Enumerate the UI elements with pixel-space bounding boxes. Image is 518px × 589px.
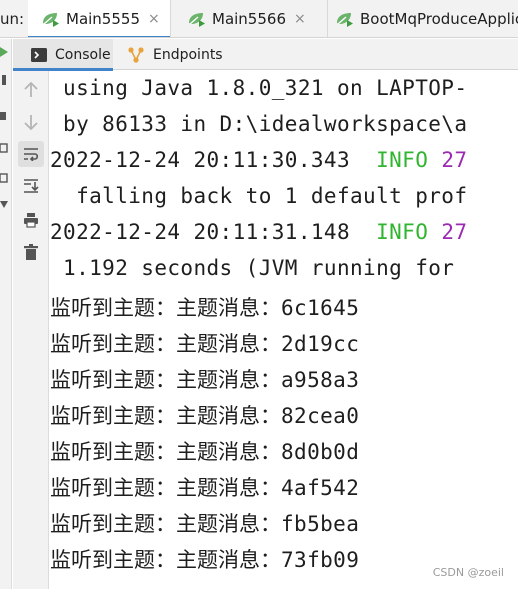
camera-icon[interactable] [0,143,8,153]
spring-run-icon [337,13,353,27]
endpoints-icon [127,46,145,64]
console-icon [31,47,47,62]
log-level: INFO [376,148,429,172]
spring-run-icon [43,13,59,27]
tab-endpoints[interactable]: Endpoints [119,39,229,70]
message-value: 82cea0 [281,404,360,428]
message-value: 6c1645 [281,296,360,320]
watermark: CSDN @zoeil [432,566,504,579]
console-message-line: 监听到主题：主题消息：73fb09 [50,544,359,574]
tab-console[interactable]: Console [13,39,113,71]
console-log-line: 2022-12-24 20:11:30.343 INFO 27 [50,148,467,172]
tab-endpoints-label: Endpoints [153,46,223,63]
pin-icon[interactable] [0,199,8,209]
tab-bootmqproduceapplication[interactable]: BootMqProduceApplic [328,0,518,37]
message-prefix: 监听到主题：主题消息： [50,512,281,536]
message-prefix: 监听到主题：主题消息： [50,404,281,428]
console-message-line: 监听到主题：主题消息：fb5bea [50,508,359,538]
close-icon[interactable]: × [294,11,306,27]
close-icon[interactable]: × [148,11,160,27]
restore-layout-icon[interactable] [0,173,8,183]
message-value: 73fb09 [281,548,360,572]
console-message-line: 监听到主题：主题消息：2d19cc [50,328,359,358]
tab-console-label: Console [55,46,111,63]
tab-label: Main5566 [212,10,286,28]
print-icon[interactable] [18,207,44,233]
console-message-line: 监听到主题：主题消息：4af542 [50,472,359,502]
scroll-to-end-icon[interactable] [18,173,44,199]
tab-main5566[interactable]: Main5566 × [172,0,328,37]
wrench-icon[interactable] [0,75,8,85]
message-prefix: 监听到主题：主题消息： [50,332,281,356]
message-prefix: 监听到主题：主题消息： [50,368,281,392]
console-output[interactable]: using Java 1.8.0_321 on LAPTOP- by 86133… [50,71,518,589]
console-message-line: 监听到主题：主题消息：82cea0 [50,400,359,430]
log-pid: 27 [441,220,468,244]
console-line: falling back to 1 default prof [50,184,468,208]
log-timestamp: 2022-12-24 20:11:30.343 [50,148,350,172]
run-panel-label: un: [0,10,25,28]
message-value: 4af542 [281,476,360,500]
trash-icon[interactable] [18,239,44,265]
console-message-line: 监听到主题：主题消息：8d0b0d [50,436,359,466]
down-arrow-icon[interactable] [18,109,44,135]
message-prefix: 监听到主题：主题消息： [50,476,281,500]
soft-wrap-icon[interactable] [18,141,44,167]
message-value: fb5bea [281,512,360,536]
log-timestamp: 2022-12-24 20:11:31.148 [50,220,350,244]
stop-icon[interactable] [0,111,8,121]
message-value: 8d0b0d [281,440,360,464]
console-line: by 86133 in D:\idealworkspace\a [50,112,468,136]
console-subtabs: Console Endpoints [13,39,518,71]
log-level: INFO [376,220,429,244]
tab-main5555[interactable]: Main5555 × [28,0,171,37]
spring-run-icon [189,13,205,27]
tab-label: BootMqProduceApplic [360,10,518,28]
message-prefix: 监听到主题：主题消息： [50,548,281,572]
log-pid: 27 [441,148,468,172]
message-value: 2d19cc [281,332,360,356]
message-prefix: 监听到主题：主题消息： [50,440,281,464]
rerun-icon[interactable] [0,47,8,57]
up-arrow-icon[interactable] [18,77,44,103]
tab-label: Main5555 [66,10,140,28]
console-message-line: 监听到主题：主题消息：6c1645 [50,292,359,322]
message-prefix: 监听到主题：主题消息： [50,296,281,320]
console-toolbar [13,71,49,589]
message-value: a958a3 [281,368,360,392]
console-message-line: 监听到主题：主题消息：a958a3 [50,364,359,394]
run-toolbar-strip [0,39,12,589]
run-tab-strip: un: Main5555 × Main5566 × BootMqProduceA… [0,0,518,38]
console-log-line: 2022-12-24 20:11:31.148 INFO 27 [50,220,467,244]
console-line: 1.192 seconds (JVM running for [50,256,468,280]
console-line: using Java 1.8.0_321 on LAPTOP- [50,76,468,100]
